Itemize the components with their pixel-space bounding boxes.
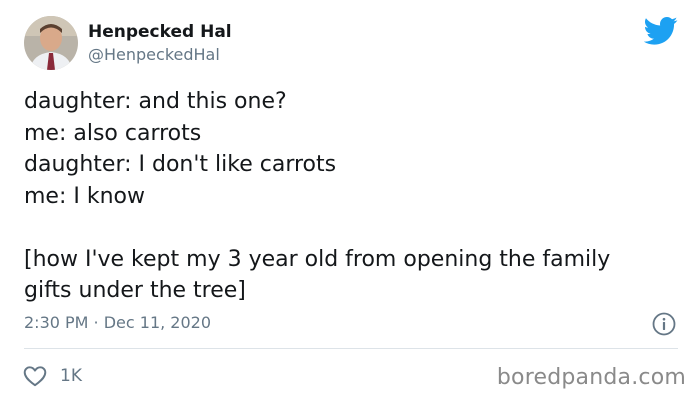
info-icon[interactable] — [651, 311, 677, 337]
tweet-text: daughter: and this one? me: also carrots… — [24, 86, 676, 307]
heart-icon[interactable] — [22, 363, 48, 389]
tweet-line: daughter: I don't like carrots — [24, 152, 337, 177]
avatar-photo — [24, 16, 78, 70]
tweet-line: me: also carrots — [24, 120, 202, 146]
tweet-line: me: I know — [24, 183, 145, 209]
like-count[interactable]: 1K — [60, 366, 82, 386]
tweet-line: gifts under the tree] — [24, 278, 246, 303]
twitter-bird-icon[interactable] — [643, 16, 678, 46]
tweet-line: [how I've kept my 3 year old from openin… — [24, 246, 611, 272]
watermark: boredpanda.com — [496, 365, 686, 390]
divider — [24, 348, 678, 349]
avatar[interactable] — [24, 16, 78, 70]
tweet-line: daughter: and this one? — [24, 89, 287, 114]
display-name[interactable]: Henpecked Hal — [88, 22, 232, 42]
user-handle[interactable]: @HenpeckedHal — [88, 45, 220, 64]
tweet-timestamp[interactable]: 2:30 PM · Dec 11, 2020 — [24, 313, 211, 332]
